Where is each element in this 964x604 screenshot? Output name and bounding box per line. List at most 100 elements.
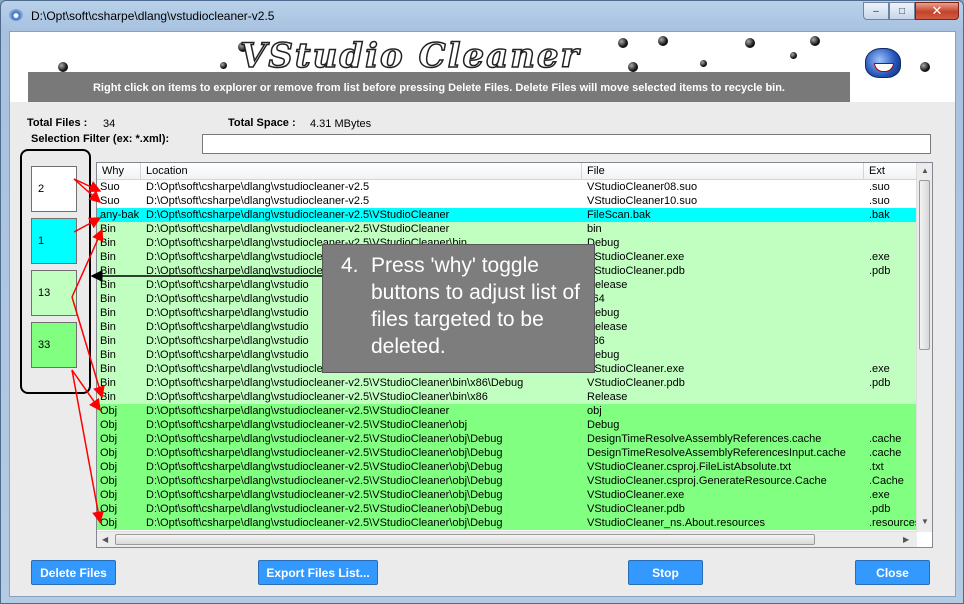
why-toggle-any-bak[interactable]: 1 [31,218,77,264]
cell-ext: .exe [869,363,890,375]
cell-location: D:\Opt\soft\csharpe\dlang\vstudiocleaner… [146,517,503,529]
table-row[interactable]: Suo D:\Opt\soft\csharpe\dlang\vstudioclea… [97,180,917,194]
window-title: D:\Opt\soft\csharpe\dlang\vstudiocleaner… [31,9,275,23]
table-row[interactable]: Bin D:\Opt\soft\csharpe\dlang\vstudioclea… [97,376,917,390]
decor-dot [618,38,628,48]
table-row[interactable]: Bin D:\Opt\soft\csharpe\dlang\vstudioclea… [97,222,917,236]
export-files-list-button[interactable]: Export Files List... [258,560,378,585]
horizontal-scrollbar[interactable]: ◀ ▶ [97,531,917,547]
app-logo: VStudio Cleaner [239,35,581,77]
scroll-left-icon[interactable]: ◀ [102,535,108,544]
column-ext[interactable]: Ext [864,163,917,180]
column-location[interactable]: Location [141,163,582,180]
delete-files-button[interactable]: Delete Files [31,560,116,585]
annotation-callout: 4. Press 'why' toggle buttons to adjust … [322,244,595,373]
cell-ext: .cache [869,447,902,459]
cell-why: Bin [100,223,116,235]
cell-file: Release [587,391,628,403]
cell-ext: .bak [869,209,890,221]
cell-ext: .suo [869,195,890,207]
cell-ext: .pdb [869,503,891,515]
cell-location: D:\Opt\soft\csharpe\dlang\vstudiocleaner… [146,419,468,431]
decor-dot [658,36,668,46]
cell-why: Suo [100,195,120,207]
list-header: Why Location File Ext [97,163,917,180]
table-row[interactable]: any-bak D:\Opt\soft\csharpe\dlang\vstudio… [97,208,917,222]
why-toggle-suo[interactable]: 2 [31,166,77,212]
maximize-button[interactable]: □ [889,2,915,20]
cell-location: D:\Opt\soft\csharpe\dlang\vstudiocleaner… [146,489,503,501]
decor-dot [745,38,755,48]
cell-file: DesignTimeResolveAssemblyReferencesInput… [587,447,846,459]
column-file[interactable]: File [582,163,864,180]
table-row[interactable]: Suo D:\Opt\soft\csharpe\dlang\vstudioclea… [97,194,917,208]
stop-button[interactable]: Stop [628,560,703,585]
why-toggle-obj[interactable]: 33 [31,322,77,368]
cell-why: Bin [100,335,116,347]
cell-file: Debug [587,419,620,431]
cell-location: D:\Opt\soft\csharpe\dlang\vstudiocleaner… [146,209,450,221]
table-row[interactable]: Obj D:\Opt\soft\csharpe\dlang\vstudioclea… [97,516,917,530]
table-row[interactable]: Obj D:\Opt\soft\csharpe\dlang\vstudioclea… [97,474,917,488]
cell-file: obj [587,405,602,417]
close-button[interactable]: Close [855,560,930,585]
title-bar[interactable]: D:\Opt\soft\csharpe\dlang\vstudiocleaner… [1,1,963,29]
minimize-button[interactable]: – [863,2,889,20]
selection-filter-input[interactable] [202,134,931,154]
callout-text: Press 'why' toggle buttons to adjust lis… [371,254,580,358]
table-row[interactable]: Bin D:\Opt\soft\csharpe\dlang\vstudioclea… [97,390,917,404]
cell-why: Obj [100,461,118,473]
cell-file: VStudioCleaner.csproj.FileListAbsolute.t… [587,461,792,473]
mascot-icon [865,48,901,78]
cell-file: bin [587,223,602,235]
scroll-down-icon[interactable]: ▼ [921,517,929,526]
decor-dot [810,36,820,46]
cell-why: Obj [100,503,118,515]
table-row[interactable]: Obj D:\Opt\soft\csharpe\dlang\vstudioclea… [97,488,917,502]
cell-file: DesignTimeResolveAssemblyReferences.cach… [587,433,822,445]
cell-why: Bin [100,237,116,249]
cell-why: Obj [100,489,118,501]
cell-ext: .suo [869,181,890,193]
callout-number: 4. [341,254,359,277]
decor-dot [58,62,68,72]
cell-file: VStudioCleaner.pdb [587,265,685,277]
scroll-right-icon[interactable]: ▶ [903,535,909,544]
table-row[interactable]: Obj D:\Opt\soft\csharpe\dlang\vstudioclea… [97,460,917,474]
app-window: D:\Opt\soft\csharpe\dlang\vstudiocleaner… [0,0,964,604]
close-window-button[interactable]: ✕ [915,2,959,20]
horizontal-scroll-thumb[interactable] [115,534,815,545]
cell-file: VStudioCleaner.csproj.GenerateResource.C… [587,475,827,487]
cell-location: D:\Opt\soft\csharpe\dlang\vstudiocleaner… [146,181,370,193]
vertical-scrollbar[interactable]: ▲ ▼ [916,163,932,532]
instructions-bar: Right click on items to explorer or remo… [28,72,850,102]
cell-file: VStudioCleaner.exe [587,489,685,501]
cell-file: Debug [587,349,620,361]
decor-dot [220,62,227,69]
decor-dot [790,52,797,59]
table-row[interactable]: Obj D:\Opt\soft\csharpe\dlang\vstudioclea… [97,502,917,516]
column-why[interactable]: Why [97,163,141,180]
cell-location: D:\Opt\soft\csharpe\dlang\vstudiocleaner… [146,475,503,487]
cell-ext: .resources [869,517,917,529]
table-row[interactable]: Obj D:\Opt\soft\csharpe\dlang\vstudioclea… [97,446,917,460]
cell-location: D:\Opt\soft\csharpe\dlang\vstudiocleaner… [146,391,488,403]
vertical-scroll-thumb[interactable] [919,180,930,350]
why-toggle-bin[interactable]: 13 [31,270,77,316]
cell-why: Obj [100,405,118,417]
cell-ext: .exe [869,251,890,263]
cell-file: x86 [587,335,605,347]
scroll-up-icon[interactable]: ▲ [921,166,929,175]
decor-dot [700,60,707,67]
cell-ext: .exe [869,489,890,501]
table-row[interactable]: Obj D:\Opt\soft\csharpe\dlang\vstudioclea… [97,418,917,432]
cell-file: VStudioCleaner.exe [587,251,685,263]
table-row[interactable]: Obj D:\Opt\soft\csharpe\dlang\vstudioclea… [97,432,917,446]
cell-file: Release [587,279,628,291]
cell-location: D:\Opt\soft\csharpe\dlang\vstudiocleaner… [146,377,524,389]
cell-location: D:\Opt\soft\csharpe\dlang\vstudiocleaner… [146,433,503,445]
cell-why: Obj [100,447,118,459]
window-controls: – □ ✕ [863,2,959,20]
table-row[interactable]: Obj D:\Opt\soft\csharpe\dlang\vstudioclea… [97,404,917,418]
cell-why: Obj [100,517,118,529]
